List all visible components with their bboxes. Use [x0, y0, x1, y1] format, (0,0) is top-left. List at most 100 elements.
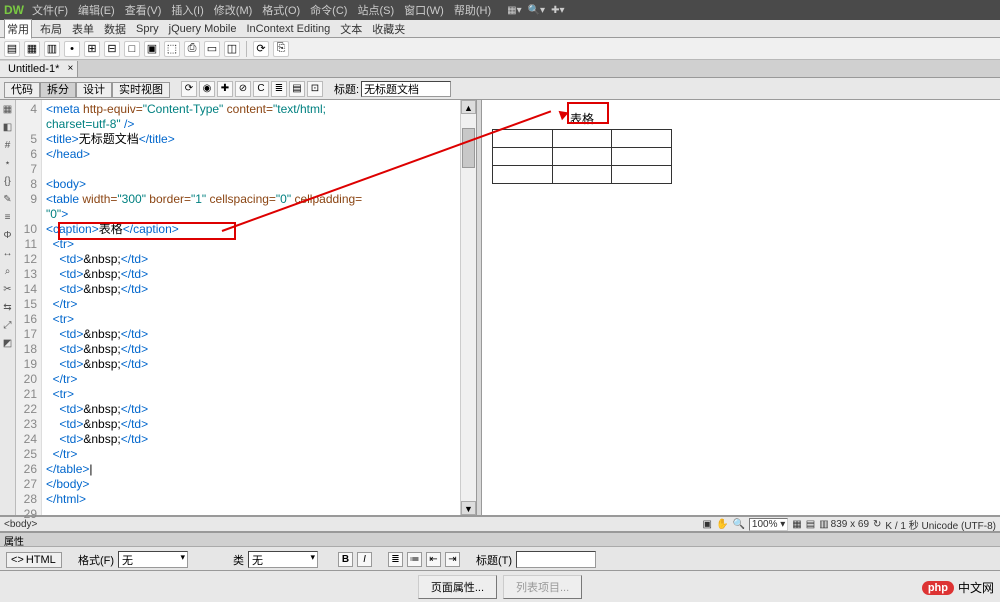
scroll-up-icon[interactable]: ▲ — [461, 100, 476, 114]
table-cell[interactable] — [612, 148, 672, 166]
category-tab[interactable]: Spry — [134, 22, 161, 36]
scrollbar[interactable]: ▲ ▼ — [460, 100, 476, 515]
hand-icon[interactable]: ✋ — [716, 519, 728, 530]
code-tool-icon[interactable]: ⤢ — [2, 320, 14, 332]
category-tab[interactable]: 文本 — [338, 20, 364, 38]
close-icon[interactable]: × — [68, 63, 74, 74]
table-cell[interactable] — [552, 148, 612, 166]
category-tab[interactable]: 布局 — [38, 20, 64, 38]
title-input[interactable] — [361, 81, 451, 97]
view-icon[interactable]: ⟳ — [181, 81, 197, 97]
title-label: 标题: — [334, 81, 359, 97]
app-logo: DW — [4, 3, 24, 17]
view-icon[interactable]: ⊘ — [235, 81, 251, 97]
toolbar-icon[interactable]: • — [64, 41, 80, 57]
menu-item[interactable]: 格式(O) — [262, 5, 300, 17]
code-tool-icon[interactable]: # — [2, 140, 14, 152]
toolbar-icon[interactable]: ⊞ — [84, 41, 100, 57]
code-tool-icon[interactable]: ⋆ — [2, 158, 14, 170]
table-cell[interactable] — [493, 130, 553, 148]
php-badge: php — [922, 581, 954, 595]
italic-icon[interactable]: I — [357, 552, 372, 567]
zoom-select[interactable]: 100% ▾ — [749, 518, 788, 531]
view-button[interactable]: 设计 — [76, 82, 112, 98]
code-tool-icon[interactable]: ▦ — [2, 104, 14, 116]
code-tool-icon[interactable]: ◩ — [2, 338, 14, 350]
menu-item[interactable]: 命令(C) — [310, 5, 347, 17]
table-cell[interactable] — [612, 130, 672, 148]
category-tab[interactable]: 常用 — [4, 19, 32, 39]
category-tab[interactable]: InContext Editing — [244, 22, 332, 36]
code-tool-icon[interactable]: ⇆ — [2, 302, 14, 314]
toolbar-icon[interactable]: ⬚ — [164, 41, 180, 57]
ul-icon[interactable]: ≣ — [388, 552, 403, 567]
menu-item[interactable]: 修改(M) — [214, 5, 253, 17]
view-icon[interactable]: ◉ — [199, 81, 215, 97]
menu-item[interactable]: 查看(V) — [125, 5, 162, 17]
category-tab[interactable]: 数据 — [102, 20, 128, 38]
code-tool-icon[interactable]: {} — [2, 176, 14, 188]
class-select[interactable]: 无 — [248, 551, 318, 568]
view-icon[interactable]: ▤ — [289, 81, 305, 97]
toolbar-icon[interactable]: ⟳ — [253, 41, 269, 57]
table-cell[interactable] — [552, 166, 612, 184]
toolbar-icon[interactable]: ▦ — [24, 41, 40, 57]
panel-header[interactable]: 属性 — [0, 533, 1000, 547]
view-icon[interactable]: ✚ — [217, 81, 233, 97]
toolbar-icon[interactable]: □ — [124, 41, 140, 57]
extend-icon[interactable]: ✚▾ — [551, 5, 564, 16]
menu-item[interactable]: 插入(I) — [171, 5, 203, 17]
design-view[interactable]: 表格 — [482, 100, 1000, 515]
document-tabs: Untitled-1*× — [0, 60, 1000, 78]
table-cell[interactable] — [552, 130, 612, 148]
toolbar-icon[interactable]: ▭ — [204, 41, 220, 57]
toolbar-icon[interactable]: ▥ — [44, 41, 60, 57]
search-icon[interactable]: 🔍▾ — [528, 5, 545, 16]
menu-item[interactable]: 帮助(H) — [454, 5, 491, 17]
indent-icon[interactable]: ⇥ — [445, 552, 460, 567]
code-tool-icon[interactable]: ↔ — [2, 248, 14, 260]
format-select[interactable]: 无 — [118, 551, 188, 568]
doc-tab[interactable]: Untitled-1*× — [0, 61, 78, 77]
code-tool-icon[interactable]: ≡ — [2, 212, 14, 224]
code-tool-icon[interactable]: ✂ — [2, 284, 14, 296]
code-tool-icon[interactable]: Φ — [2, 230, 14, 242]
html-mode-button[interactable]: <>HTML — [6, 552, 62, 568]
pointer-icon[interactable]: ▣ — [703, 519, 712, 530]
toolbar-icon[interactable]: ◫ — [224, 41, 240, 57]
title2-input[interactable] — [516, 551, 596, 568]
category-tab[interactable]: 收藏夹 — [370, 20, 407, 38]
outdent-icon[interactable]: ⇤ — [426, 552, 441, 567]
layout-icon[interactable]: ▦▾ — [507, 5, 521, 16]
category-tab[interactable]: jQuery Mobile — [167, 22, 239, 36]
menu-item[interactable]: 窗口(W) — [404, 5, 444, 17]
zoom-icon[interactable]: 🔍 — [732, 519, 744, 530]
scroll-thumb[interactable] — [462, 128, 475, 168]
view-button[interactable]: 代码 — [4, 82, 40, 98]
ol-icon[interactable]: ≔ — [407, 552, 422, 567]
page-properties-button[interactable]: 页面属性... — [418, 575, 497, 599]
category-tab[interactable]: 表单 — [70, 20, 96, 38]
tag-selector[interactable]: <body> — [4, 519, 701, 530]
menu-item[interactable]: 站点(S) — [357, 5, 394, 17]
code-tool-icon[interactable]: ◧ — [2, 122, 14, 134]
view-icon[interactable]: ≣ — [271, 81, 287, 97]
view-button[interactable]: 拆分 — [40, 82, 76, 98]
bold-icon[interactable]: B — [338, 552, 353, 567]
toolbar-icon[interactable]: ⎘ — [273, 41, 289, 57]
code-tool-icon[interactable]: ✎ — [2, 194, 14, 206]
table-cell[interactable] — [493, 148, 553, 166]
table-cell[interactable] — [493, 166, 553, 184]
menu-item[interactable]: 文件(F) — [32, 5, 68, 17]
toolbar-icon[interactable]: ▣ — [144, 41, 160, 57]
scroll-down-icon[interactable]: ▼ — [461, 501, 476, 515]
toolbar-icon[interactable]: ⊟ — [104, 41, 120, 57]
code-tool-icon[interactable]: ⌕ — [2, 266, 14, 278]
table-cell[interactable] — [612, 166, 672, 184]
toolbar-icon[interactable]: ▤ — [4, 41, 20, 57]
menu-item[interactable]: 编辑(E) — [78, 5, 115, 17]
toolbar-icon[interactable]: ⎙ — [184, 41, 200, 57]
view-button[interactable]: 实时视图 — [112, 82, 170, 98]
view-icon[interactable]: ⊡ — [307, 81, 323, 97]
view-icon[interactable]: C — [253, 81, 269, 97]
